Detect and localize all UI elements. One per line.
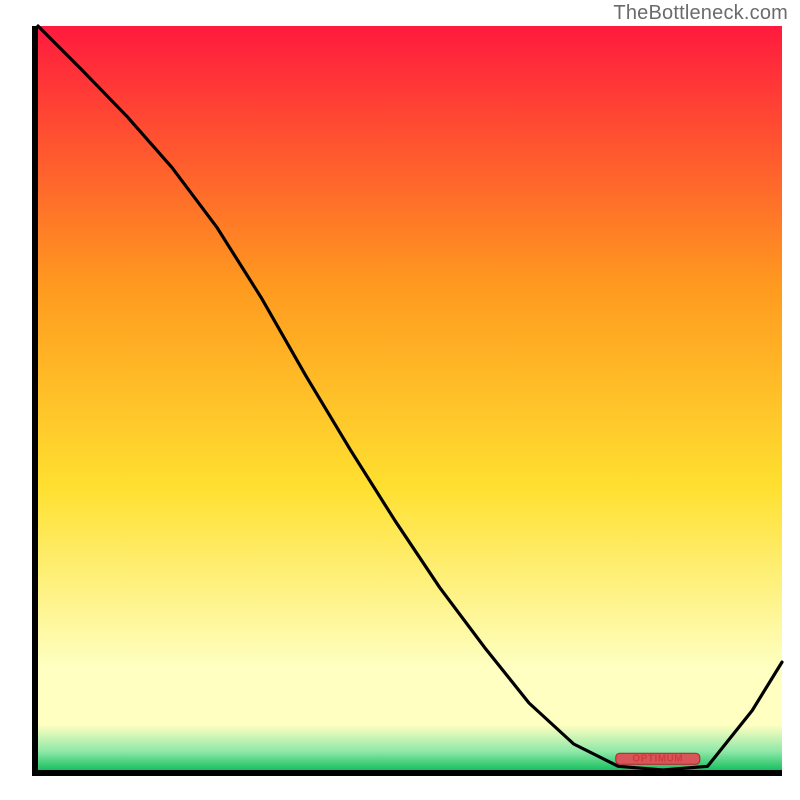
optimum-label: OPTIMUM <box>632 753 683 764</box>
axis-x <box>32 770 782 776</box>
axis-y <box>32 26 38 776</box>
plot-area: OPTIMUM <box>38 26 782 770</box>
watermark-text: TheBottleneck.com <box>613 2 788 25</box>
chart-canvas: TheBottleneck.com OPTIMUM <box>0 0 800 800</box>
optimum-marker <box>38 26 782 770</box>
